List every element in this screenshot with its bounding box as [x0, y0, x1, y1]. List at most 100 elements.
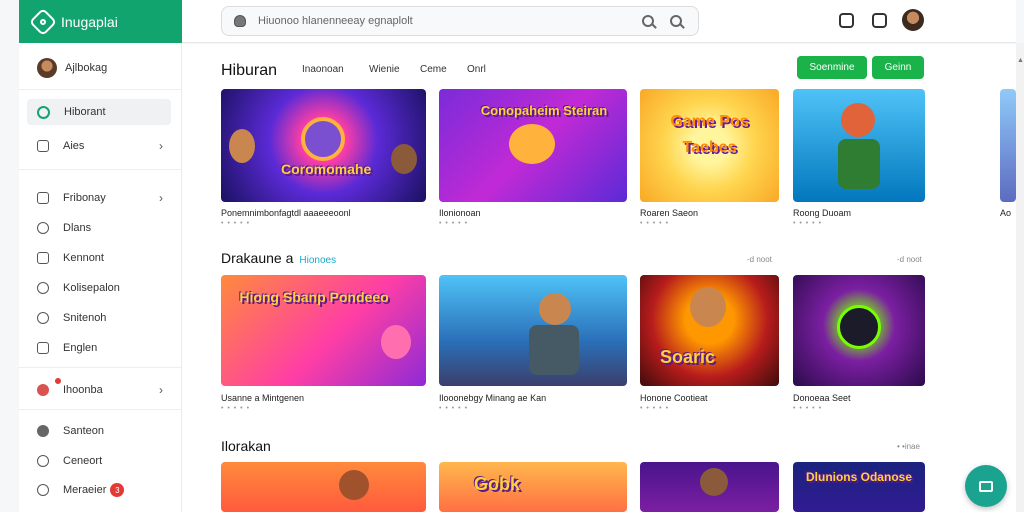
- sidebar-item-aies[interactable]: Aies ›: [27, 133, 171, 159]
- tab-wienie[interactable]: Wienie: [369, 64, 400, 75]
- secondary-button[interactable]: Geinn: [872, 56, 924, 79]
- floating-chat-button[interactable]: [965, 465, 1007, 507]
- scrollbar[interactable]: ▲: [1016, 43, 1024, 512]
- dot-icon: [37, 425, 49, 437]
- card-title[interactable]: Roaren Saeon: [640, 208, 698, 218]
- sidebar-item-kolisepalon[interactable]: Kolisepalon: [27, 275, 171, 301]
- lock-icon: [234, 15, 246, 27]
- game-card[interactable]: Conopaheim Steiran: [439, 89, 627, 202]
- search-icon-2[interactable]: [670, 15, 682, 27]
- sidebar-item-snitenoh[interactable]: Snitenoh: [27, 305, 171, 331]
- game-card[interactable]: [221, 462, 426, 512]
- game-card[interactable]: [793, 89, 925, 202]
- character-face: [539, 293, 571, 325]
- sidebar-item-ceneort[interactable]: Ceneort: [27, 448, 171, 474]
- sidebar-item-meraeier[interactable]: Meraeier 3: [27, 477, 171, 503]
- game-card[interactable]: [439, 275, 627, 386]
- sidebar-item-fribonay[interactable]: Fribonay ›: [27, 185, 171, 211]
- card-title[interactable]: Ilooonebgy Minang ae Kan: [439, 393, 546, 403]
- character-face: [509, 124, 555, 164]
- list-icon: [37, 140, 49, 152]
- sidebar-item-label: Santeon: [63, 425, 104, 437]
- card-title[interactable]: Donoeaa Seet: [793, 393, 851, 403]
- divider: [19, 367, 182, 368]
- sidebar-item-dlans[interactable]: Dlans: [27, 215, 171, 241]
- game-card[interactable]: Coromomahe: [221, 89, 426, 202]
- sidebar-item-ihoonba[interactable]: Ihoonba ›: [27, 377, 171, 403]
- card-rating: • • • • •: [640, 220, 670, 227]
- message-icon: [979, 480, 993, 492]
- tab-onrl[interactable]: Onrl: [467, 64, 486, 75]
- game-card[interactable]: Gobk: [439, 462, 627, 512]
- see-more-link-2[interactable]: -d noot: [897, 255, 922, 264]
- character-face: [381, 325, 411, 359]
- section-title: Ilorakan: [221, 438, 271, 454]
- chevron-right-icon: ›: [159, 383, 163, 397]
- count-badge: 3: [110, 483, 125, 497]
- card-title[interactable]: Ponemnimbonfagtdl aaaeeeoonl: [221, 208, 351, 218]
- card-title[interactable]: Honone Cootieat: [640, 393, 708, 403]
- sidebar-item-hiborant[interactable]: Hiborant: [27, 99, 171, 125]
- circle-icon: [37, 222, 49, 234]
- sidebar-item-label: Dlans: [63, 222, 92, 234]
- pencil-icon: [37, 455, 49, 467]
- card-art-title: Coromomahe: [281, 161, 372, 177]
- tab-inaonoan[interactable]: Inaonoan: [302, 64, 344, 75]
- sidebar-item-label: Fribonay: [63, 192, 106, 204]
- grid-icon: [37, 342, 49, 354]
- sidebar-item-label: Aies: [63, 140, 85, 152]
- sidebar-item-englen[interactable]: Englen: [27, 335, 171, 361]
- chat-icon: [37, 105, 50, 119]
- character-face: [690, 287, 726, 327]
- sidebar-item-santeon[interactable]: Santeon: [27, 418, 171, 444]
- sidebar-item-label: Ceneort: [63, 455, 103, 467]
- card-title[interactable]: Usanne a Mintgenen: [221, 393, 304, 403]
- main-content: Hiburan Inaonoan Wienie Ceme Onrl Soenmi…: [182, 44, 1016, 512]
- bag-icon[interactable]: [839, 13, 854, 28]
- sidebar-item-profile[interactable]: Ajlbokag: [27, 55, 171, 81]
- primary-button[interactable]: Soenmine: [797, 56, 867, 79]
- scroll-up-icon[interactable]: ▲: [1017, 57, 1024, 64]
- see-more-link[interactable]: • •inae: [897, 442, 920, 451]
- notification-dot: [55, 378, 61, 384]
- card-title[interactable]: Roong Duoam: [793, 208, 851, 218]
- sidebar-item-label: Meraeier: [63, 484, 107, 496]
- card-rating: • • • • •: [439, 405, 469, 412]
- character-body: [529, 325, 579, 375]
- card-art-title: Game Pos Taebes: [670, 113, 749, 156]
- section-title: Drakaune a Hionoes: [221, 250, 336, 266]
- sidebar-item-label: Englen: [63, 342, 98, 354]
- notification-icon[interactable]: [872, 13, 887, 28]
- game-card[interactable]: Soaric: [640, 275, 779, 386]
- search-input[interactable]: Hiuonoo hlanenneeay egnaplolt: [221, 6, 699, 36]
- game-card[interactable]: Hiong Sbanp Pondeeo: [221, 275, 426, 386]
- chevron-right-icon: ›: [159, 139, 163, 153]
- sidebar-item-label: Hiborant: [64, 106, 106, 118]
- game-card[interactable]: Dlunions Odanose: [793, 462, 925, 512]
- see-more-link[interactable]: -d noot: [747, 255, 772, 264]
- card-title[interactable]: Ao: [1000, 208, 1011, 218]
- top-bar: Hiuonoo hlanenneeay egnaplolt: [182, 0, 1016, 43]
- user-avatar[interactable]: [902, 9, 924, 31]
- sidebar-item-kennont[interactable]: Kennont: [27, 245, 171, 271]
- character-face: [700, 468, 728, 496]
- badge-avatar-icon: [37, 384, 49, 396]
- game-card-partial[interactable]: [1000, 89, 1016, 202]
- section-title-text: Drakaune a: [221, 250, 294, 266]
- card-title[interactable]: Ilonionoan: [439, 208, 481, 218]
- brand-header[interactable]: Inugaplai: [19, 0, 182, 43]
- game-card[interactable]: [640, 462, 779, 512]
- character-body: [838, 139, 880, 189]
- tab-ceme[interactable]: Ceme: [420, 64, 447, 75]
- sidebar-item-label: Ajlbokag: [65, 62, 108, 74]
- game-card[interactable]: [793, 275, 925, 386]
- section-link[interactable]: Hionoes: [299, 255, 336, 266]
- search-icon[interactable]: [642, 15, 654, 27]
- character-face: [837, 305, 881, 349]
- shield-icon: [37, 252, 49, 264]
- character-face: [391, 144, 417, 174]
- game-card[interactable]: Game Pos Taebes: [640, 89, 779, 202]
- diamond-logo-icon: [28, 7, 58, 36]
- card-art-title: Dlunions Odanose: [805, 470, 912, 484]
- card-rating: • • • • •: [793, 405, 823, 412]
